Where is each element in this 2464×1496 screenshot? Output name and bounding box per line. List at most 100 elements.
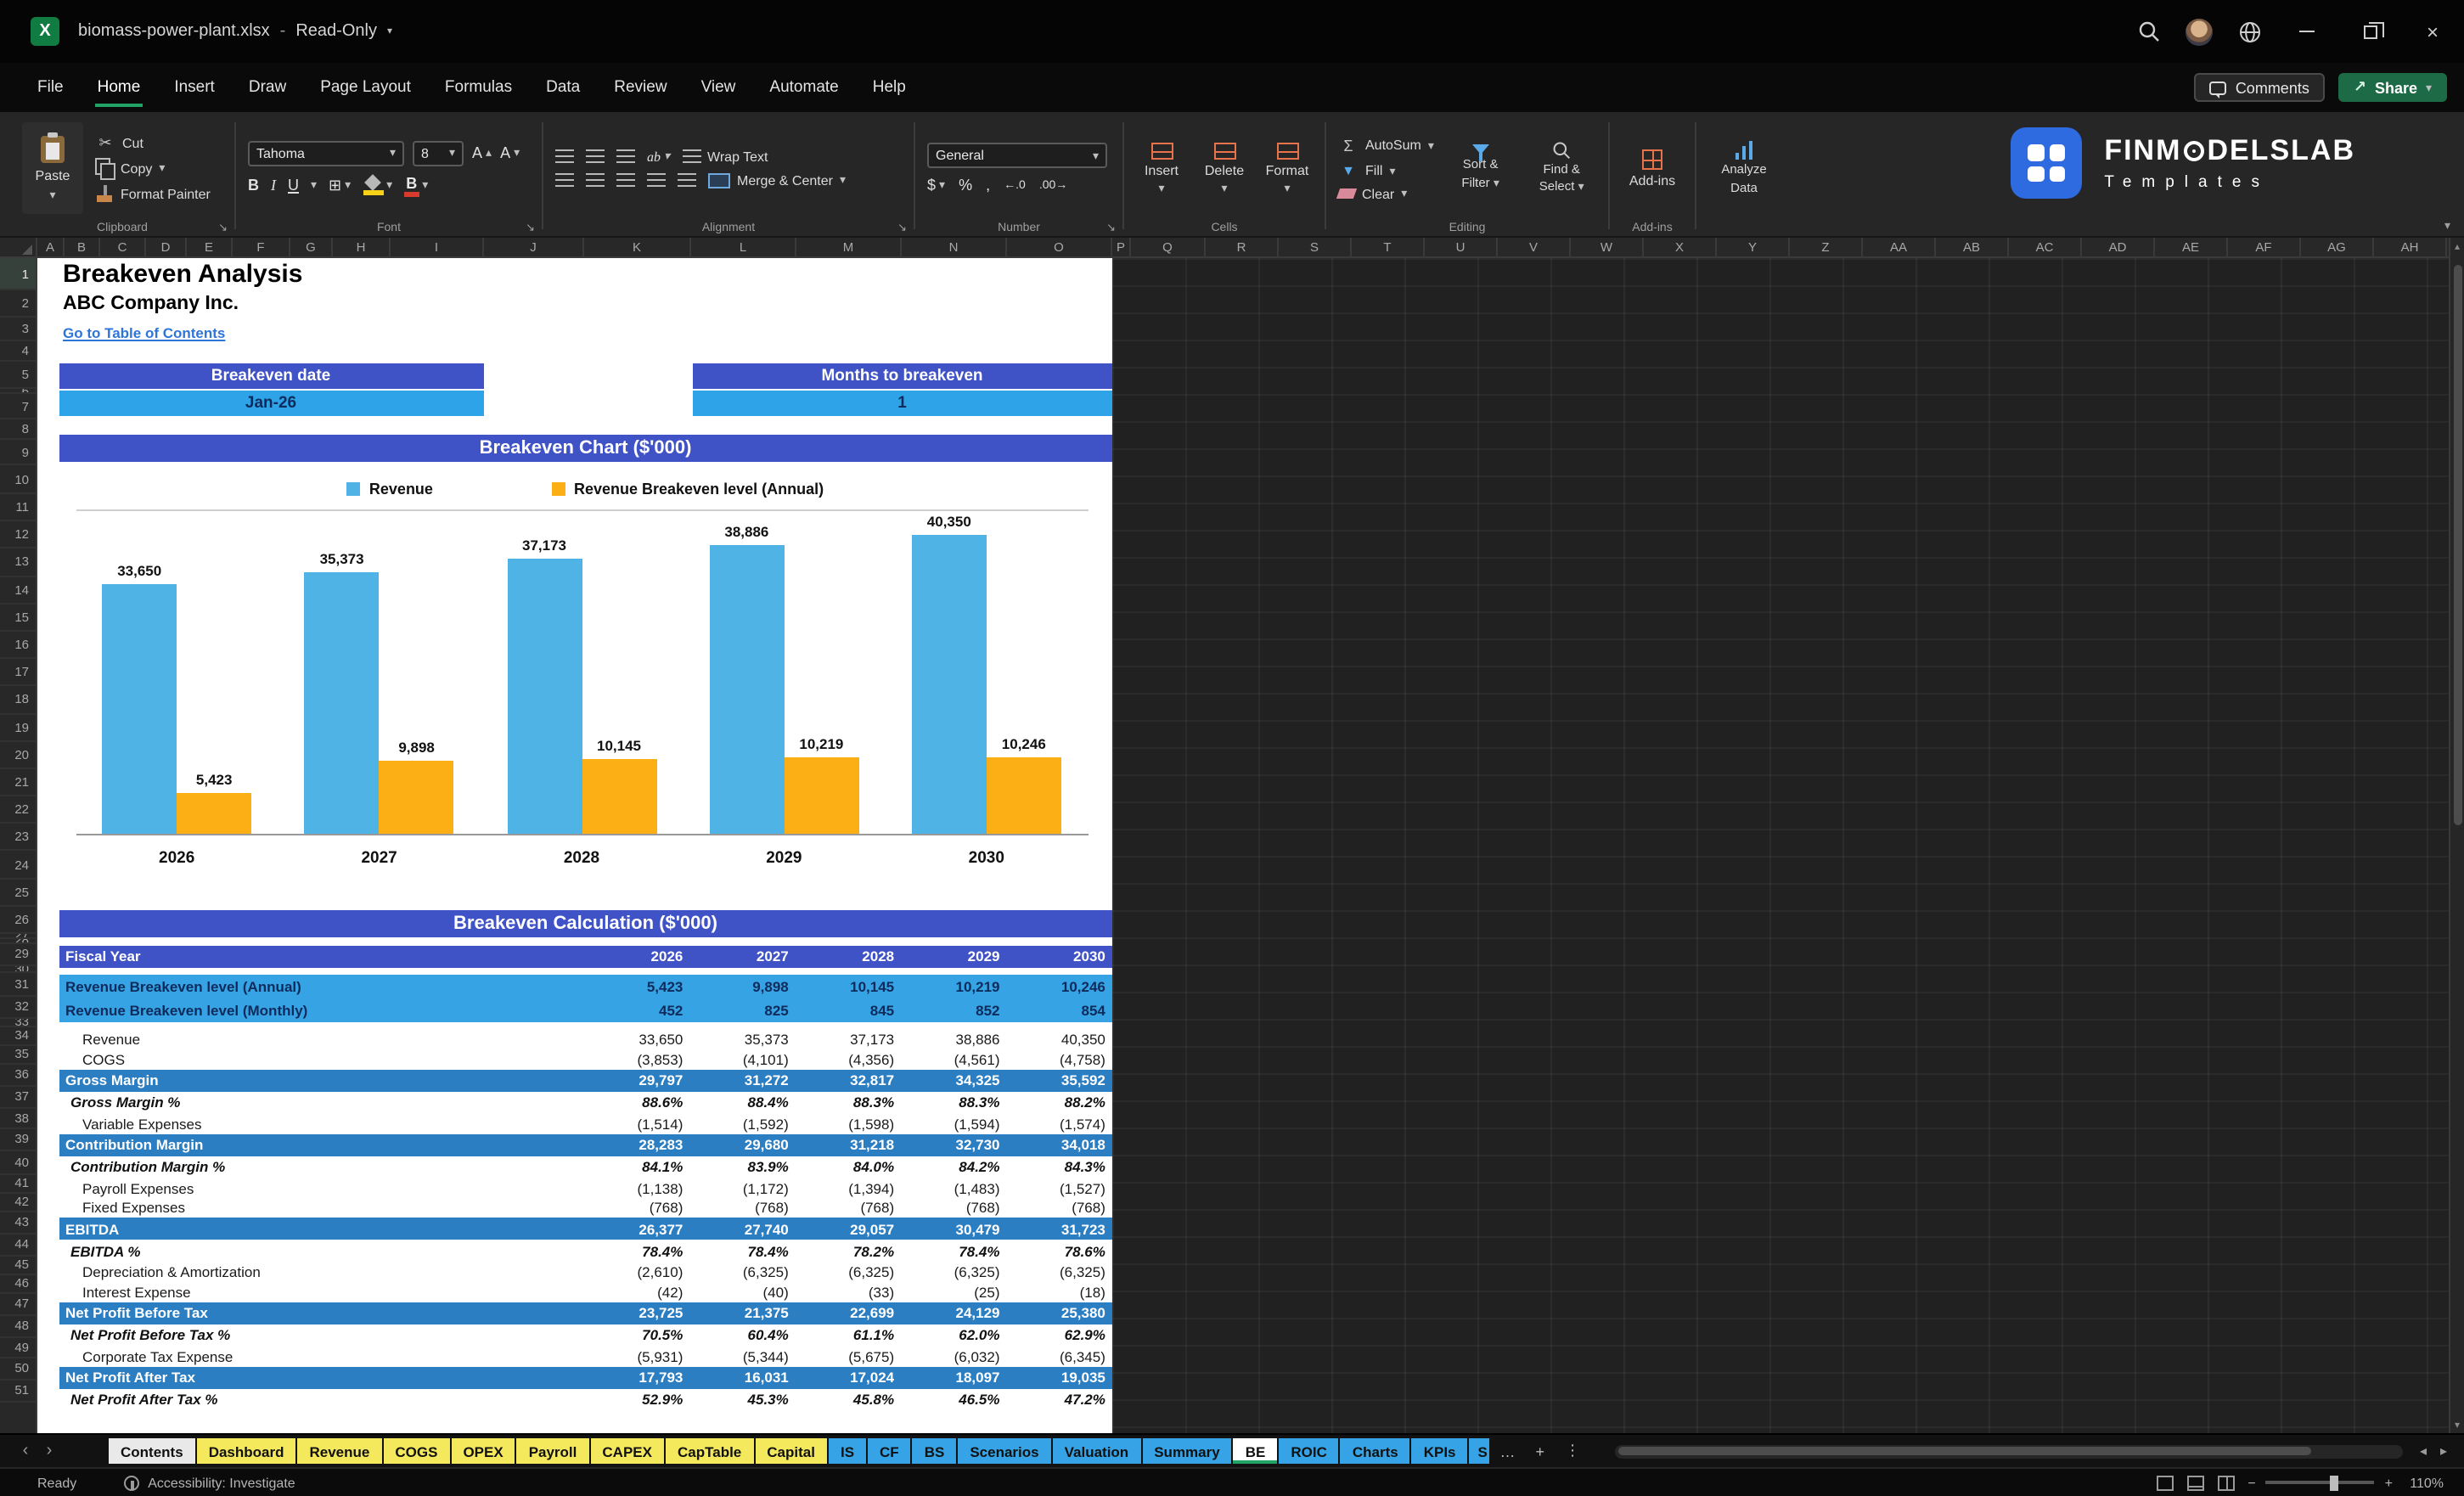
breakeven-chart[interactable]: Revenue Revenue Breakeven level (Annual) … [59, 462, 1112, 910]
column-header-Q[interactable]: Q [1131, 238, 1206, 256]
row-value[interactable]: 845 [796, 998, 901, 1021]
scroll-left-icon[interactable]: ◂ [2413, 1443, 2433, 1459]
row-header-20[interactable]: 20 [0, 741, 36, 769]
delete-cells-button[interactable]: Delete ▾ [1199, 122, 1250, 214]
row-value[interactable]: 61.1% [796, 1324, 901, 1347]
row-value[interactable]: (4,758) [1007, 1049, 1112, 1069]
row-header-37[interactable]: 37 [0, 1086, 36, 1109]
row-header-45[interactable]: 45 [0, 1256, 36, 1275]
row-value[interactable]: (5,675) [796, 1347, 901, 1366]
row-label[interactable]: Revenue Breakeven level (Monthly) [59, 998, 584, 1021]
row-value[interactable]: 78.2% [796, 1240, 901, 1263]
decrease-decimal-button[interactable]: .00→ [1039, 179, 1067, 191]
column-header-A[interactable]: A [37, 238, 65, 256]
row-value[interactable]: 32,730 [901, 1133, 1006, 1156]
row-header-23[interactable]: 23 [0, 824, 36, 852]
row-value[interactable]: (1,594) [901, 1114, 1006, 1133]
row-header-31[interactable]: 31 [0, 972, 36, 997]
increase-font-button[interactable]: A ▴ [472, 144, 492, 161]
align-bottom-icon[interactable] [616, 149, 635, 163]
row-value[interactable]: 88.2% [1007, 1091, 1112, 1114]
row-value[interactable]: (4,356) [796, 1049, 901, 1069]
column-header-Y[interactable]: Y [1717, 238, 1790, 256]
percent-style-button[interactable]: % [959, 177, 972, 194]
menu-automate[interactable]: Automate [752, 63, 855, 112]
search-button[interactable] [2123, 0, 2174, 63]
sheet-tab-bs[interactable]: BS [912, 1438, 957, 1464]
row-value[interactable]: 26,377 [584, 1218, 689, 1240]
row-value[interactable]: 88.6% [584, 1091, 689, 1114]
row-value[interactable]: (768) [1007, 1198, 1112, 1218]
row-label[interactable]: EBITDA [59, 1218, 584, 1240]
align-right-icon[interactable] [616, 173, 635, 187]
row-value[interactable]: 78.4% [901, 1240, 1006, 1263]
row-value[interactable]: 23,725 [584, 1302, 689, 1324]
row-header-42[interactable]: 42 [0, 1193, 36, 1212]
row-value[interactable]: (1,527) [1007, 1178, 1112, 1198]
row-value[interactable]: 27,740 [689, 1218, 795, 1240]
row-header-16[interactable]: 16 [0, 632, 36, 660]
clear-button[interactable]: Clear ▾ [1336, 186, 1434, 201]
sort-filter-button[interactable]: Sort & Filter ▾ [1446, 122, 1516, 214]
row-value[interactable]: 34,018 [1007, 1133, 1112, 1156]
row-value[interactable]: 37,173 [796, 1030, 901, 1049]
sheet-title[interactable]: Breakeven Analysis [63, 260, 302, 289]
comments-button[interactable]: Comments [2194, 73, 2325, 102]
column-header-F[interactable]: F [233, 238, 290, 256]
sheet-tab-cf[interactable]: CF [868, 1438, 911, 1464]
row-header-9[interactable]: 9 [0, 440, 36, 465]
font-family-combo[interactable]: Tahoma ▾ [248, 140, 404, 166]
months-to-breakeven-label[interactable]: Months to breakeven [692, 363, 1112, 388]
row-value[interactable]: 62.0% [901, 1324, 1006, 1347]
row-header-36[interactable]: 36 [0, 1064, 36, 1087]
row-value[interactable]: 46.5% [901, 1388, 1006, 1411]
row-value[interactable]: 18,097 [901, 1366, 1006, 1388]
row-value[interactable]: (2,610) [584, 1263, 689, 1282]
row-value[interactable]: (4,101) [689, 1049, 795, 1069]
year-header[interactable]: 2027 [689, 945, 795, 967]
row-header-1[interactable]: 1 [0, 258, 36, 290]
sheet-tab-cogs[interactable]: COGS [383, 1438, 450, 1464]
column-header-Z[interactable]: Z [1790, 238, 1863, 256]
zoom-level[interactable]: 110% [2403, 1475, 2444, 1490]
months-to-breakeven-value[interactable]: 1 [692, 391, 1112, 417]
column-header-AB[interactable]: AB [1936, 238, 2009, 256]
row-value[interactable]: 38,886 [901, 1030, 1006, 1049]
format-cells-button[interactable]: Format ▾ [1262, 122, 1313, 214]
row-value[interactable]: 17,024 [796, 1366, 901, 1388]
document-title[interactable]: biomass-power-plant.xlsx - Read-Only ▾ [78, 22, 392, 41]
row-header-5[interactable]: 5 [0, 362, 36, 389]
row-header-22[interactable]: 22 [0, 796, 36, 824]
row-value[interactable]: 40,350 [1007, 1030, 1112, 1049]
menu-home[interactable]: Home [81, 63, 158, 112]
row-label[interactable]: Payroll Expenses [59, 1178, 584, 1198]
sheet-tab-opex[interactable]: OPEX [451, 1438, 515, 1464]
vertical-scrollbar[interactable]: ▴ ▾ [2449, 238, 2464, 1433]
row-header-39[interactable]: 39 [0, 1128, 36, 1151]
row-value[interactable]: 47.2% [1007, 1388, 1112, 1411]
align-left-icon[interactable] [555, 173, 574, 187]
sheet-tab-capital[interactable]: Capital [755, 1438, 827, 1464]
row-value[interactable]: 29,680 [689, 1133, 795, 1156]
row-label[interactable]: Contribution Margin [59, 1133, 584, 1156]
row-value[interactable]: (25) [901, 1282, 1006, 1302]
row-value[interactable]: 70.5% [584, 1324, 689, 1347]
globe-button[interactable] [2225, 0, 2276, 63]
column-header-H[interactable]: H [333, 238, 391, 256]
row-header-48[interactable]: 48 [0, 1315, 36, 1338]
row-value[interactable]: (1,483) [901, 1178, 1006, 1198]
menu-page-layout[interactable]: Page Layout [303, 63, 428, 112]
row-value[interactable]: (6,325) [689, 1263, 795, 1282]
row-label[interactable]: Gross Margin % [59, 1091, 584, 1114]
row-value[interactable]: 854 [1007, 998, 1112, 1021]
row-value[interactable]: 84.0% [796, 1156, 901, 1178]
row-value[interactable]: 60.4% [689, 1324, 795, 1347]
row-value[interactable]: (1,172) [689, 1178, 795, 1198]
sheet-tab-kpis[interactable]: KPIs [1411, 1438, 1468, 1464]
column-header-AC[interactable]: AC [2009, 238, 2082, 256]
sheet-options-button[interactable]: ⋮ [1555, 1442, 1590, 1460]
column-header-AF[interactable]: AF [2228, 238, 2301, 256]
underline-button[interactable]: U [288, 177, 299, 194]
row-value[interactable]: (1,574) [1007, 1114, 1112, 1133]
select-all-corner[interactable] [0, 238, 37, 256]
